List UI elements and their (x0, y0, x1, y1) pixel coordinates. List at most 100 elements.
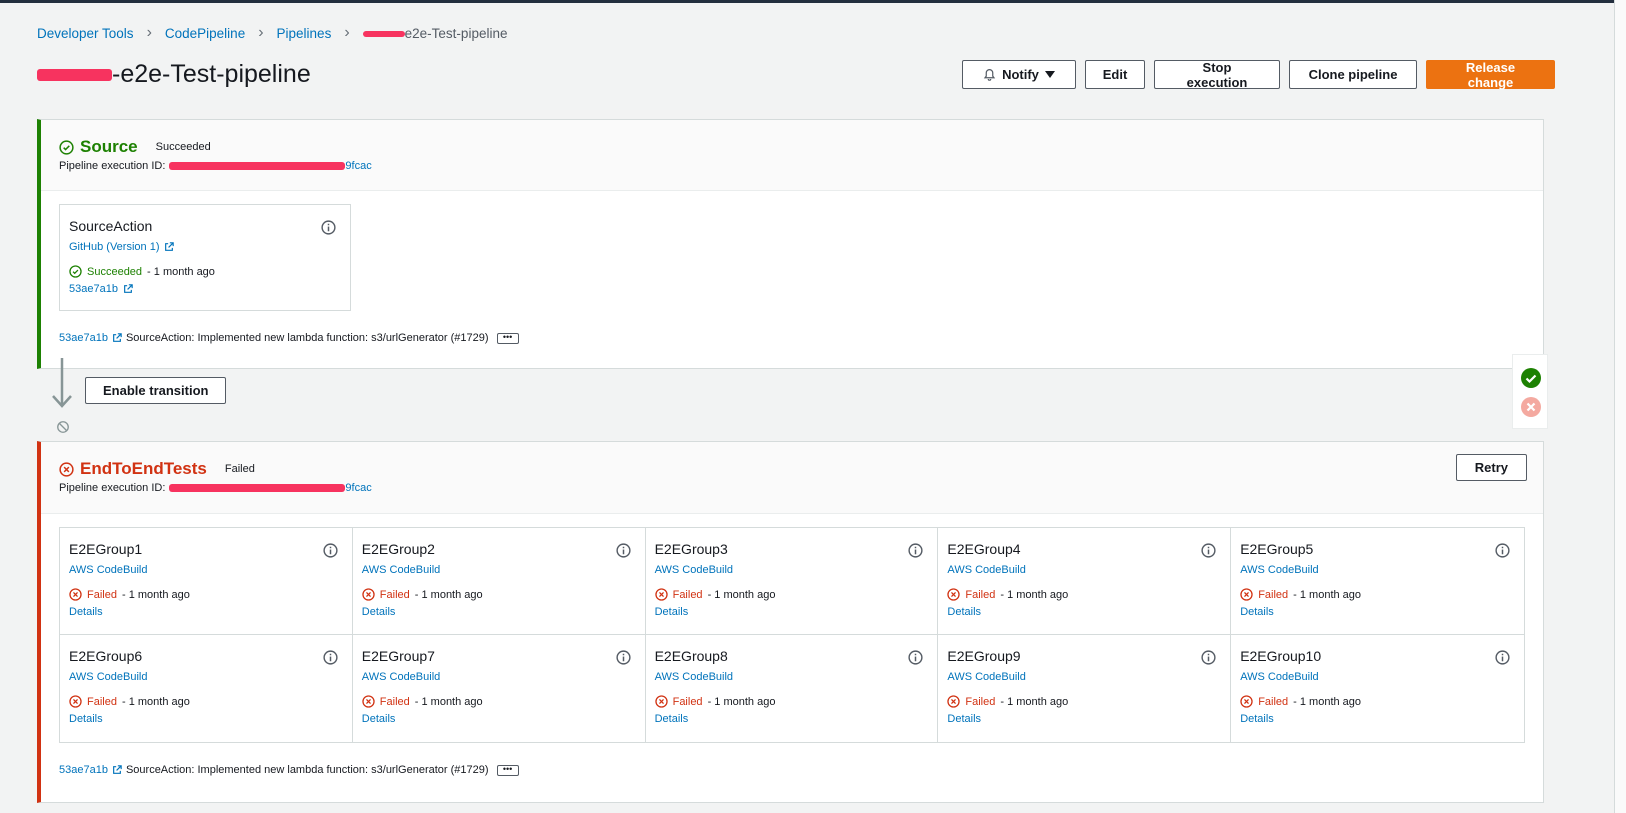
details-link[interactable]: Details (655, 606, 689, 618)
action-status: Failed - 1 month ago (69, 588, 342, 601)
action-name: E2EGroup8 (654, 648, 728, 664)
action-status: Failed - 1 month ago (362, 588, 635, 601)
caret-down-icon (1044, 70, 1055, 78)
execution-id-label: Pipeline execution ID: (59, 482, 166, 494)
notify-button[interactable]: Notify (962, 60, 1076, 89)
status-label: Failed (672, 695, 703, 708)
stage-name: Source (80, 137, 138, 156)
provider-link[interactable]: AWS CodeBuild (362, 671, 440, 683)
info-icon[interactable] (1201, 543, 1216, 558)
bell-icon (983, 69, 996, 81)
status-time: - 1 month ago (147, 265, 215, 278)
details-link[interactable]: Details (1240, 606, 1274, 618)
breadcrumb-developer-tools[interactable]: Developer Tools (37, 26, 134, 41)
x-circle-icon (59, 461, 74, 477)
commit-link[interactable]: 53ae7a1b (59, 764, 108, 776)
commit-message: SourceAction: Implemented new lambda fun… (125, 764, 489, 776)
details-link[interactable]: Details (362, 713, 396, 725)
action-status: Succeeded - 1 month ago (69, 265, 340, 278)
page-title-text: -e2e-Test-pipeline (112, 60, 311, 88)
breadcrumb-current-label: e2e-Test-pipeline (404, 25, 508, 41)
external-link-icon (113, 333, 122, 342)
clone-pipeline-button[interactable]: Clone pipeline (1289, 60, 1417, 89)
commit-link[interactable]: 53ae7a1b (69, 283, 118, 295)
action-name: E2EGroup5 (1240, 541, 1314, 557)
info-icon[interactable] (1201, 650, 1216, 665)
action-status: Failed - 1 month ago (947, 588, 1220, 601)
action-status: Failed - 1 month ago (69, 695, 342, 708)
info-icon[interactable] (1495, 543, 1510, 558)
ellipsis-icon[interactable]: ••• (496, 764, 519, 776)
chevron-right-icon: › (344, 24, 350, 41)
chevron-right-icon: › (258, 24, 264, 41)
info-icon[interactable] (616, 543, 631, 558)
action-status: Failed - 1 month ago (947, 695, 1220, 708)
external-link-icon (165, 242, 175, 251)
status-time: - 1 month ago (121, 695, 190, 708)
action-card: E2EGroup3 AWS CodeBuild Failed - 1 month ag… (645, 528, 939, 635)
provider-link[interactable]: AWS CodeBuild (1240, 671, 1318, 683)
action-details: Details (1240, 606, 1514, 618)
action-status: Failed - 1 month ago (654, 588, 928, 601)
provider-link[interactable]: AWS CodeBuild (69, 671, 147, 683)
source-stage: Source Succeeded Pipeline execution ID: … (37, 119, 1544, 369)
execution-id-line: Pipeline execution ID: 9fcac (59, 160, 1525, 172)
info-icon[interactable] (616, 650, 631, 665)
x-circle-icon (69, 695, 82, 708)
provider-link[interactable]: AWS CodeBuild (362, 564, 440, 576)
source-stage-header: Source Succeeded Pipeline execution ID: … (41, 120, 1543, 191)
provider-link[interactable]: AWS CodeBuild (69, 564, 147, 576)
release-change-button[interactable]: Release change (1426, 60, 1555, 90)
breadcrumb-pipelines[interactable]: Pipelines (277, 26, 332, 41)
details-link[interactable]: Details (947, 606, 981, 618)
success-status-icon[interactable] (1521, 368, 1541, 388)
provider-link[interactable]: AWS CodeBuild (655, 671, 733, 683)
status-time: - 1 month ago (1293, 588, 1362, 601)
source-action-card: SourceAction GitHub (Version 1) Succeede… (59, 204, 351, 311)
provider-link[interactable]: AWS CodeBuild (655, 564, 733, 576)
details-link[interactable]: Details (69, 606, 103, 618)
info-icon[interactable] (1495, 650, 1510, 665)
details-link[interactable]: Details (947, 713, 981, 725)
stage-name: EndToEndTests (80, 459, 207, 478)
execution-id-link[interactable]: 9fcac (345, 160, 371, 172)
enable-transition-button[interactable]: Enable transition (85, 377, 227, 404)
edit-button[interactable]: Edit (1085, 60, 1145, 89)
stop-execution-button[interactable]: Stop execution (1154, 60, 1280, 90)
commit-link[interactable]: 53ae7a1b (59, 332, 108, 344)
retry-button[interactable]: Retry (1455, 454, 1527, 481)
details-link[interactable]: Details (362, 606, 396, 618)
action-provider: AWS CodeBuild (947, 671, 1220, 683)
commit-line: 53ae7a1b SourceAction: Implemented new l… (59, 764, 1525, 776)
info-icon[interactable] (908, 650, 923, 665)
provider-link[interactable]: AWS CodeBuild (947, 564, 1025, 576)
provider-link[interactable]: AWS CodeBuild (1240, 564, 1318, 576)
info-icon[interactable] (321, 220, 336, 235)
details-link[interactable]: Details (1240, 713, 1274, 725)
external-link-icon (124, 284, 133, 293)
info-icon[interactable] (908, 543, 923, 558)
execution-id-link[interactable]: 9fcac (345, 482, 371, 494)
commit-message: SourceAction: Implemented new lambda fun… (125, 332, 489, 344)
stage-status: Failed (224, 463, 255, 475)
status-label: Failed (1258, 588, 1289, 601)
provider-link[interactable]: GitHub (Version 1) (69, 241, 159, 253)
status-label: Failed (672, 588, 703, 601)
status-time: - 1 month ago (707, 588, 776, 601)
scrollbar[interactable] (1614, 0, 1626, 813)
details-link[interactable]: Details (69, 713, 103, 725)
disabled-icon (57, 421, 69, 433)
info-icon[interactable] (323, 543, 338, 558)
ellipsis-icon[interactable]: ••• (496, 332, 519, 344)
failure-status-icon[interactable] (1521, 397, 1541, 417)
details-link[interactable]: Details (655, 713, 689, 725)
breadcrumb-codepipeline[interactable]: CodePipeline (165, 26, 245, 41)
stage-status: Succeeded (155, 141, 211, 153)
info-icon[interactable] (323, 650, 338, 665)
action-commit: 53ae7a1b (69, 283, 340, 295)
action-details: Details (69, 713, 342, 725)
test-stage-body: E2EGroup1 AWS CodeBuild Failed - 1 month ag… (41, 514, 1543, 789)
status-label: Succeeded (87, 265, 143, 278)
header-actions: Notify Edit Stop execution Clone pipelin… (962, 60, 1555, 90)
provider-link[interactable]: AWS CodeBuild (947, 671, 1025, 683)
